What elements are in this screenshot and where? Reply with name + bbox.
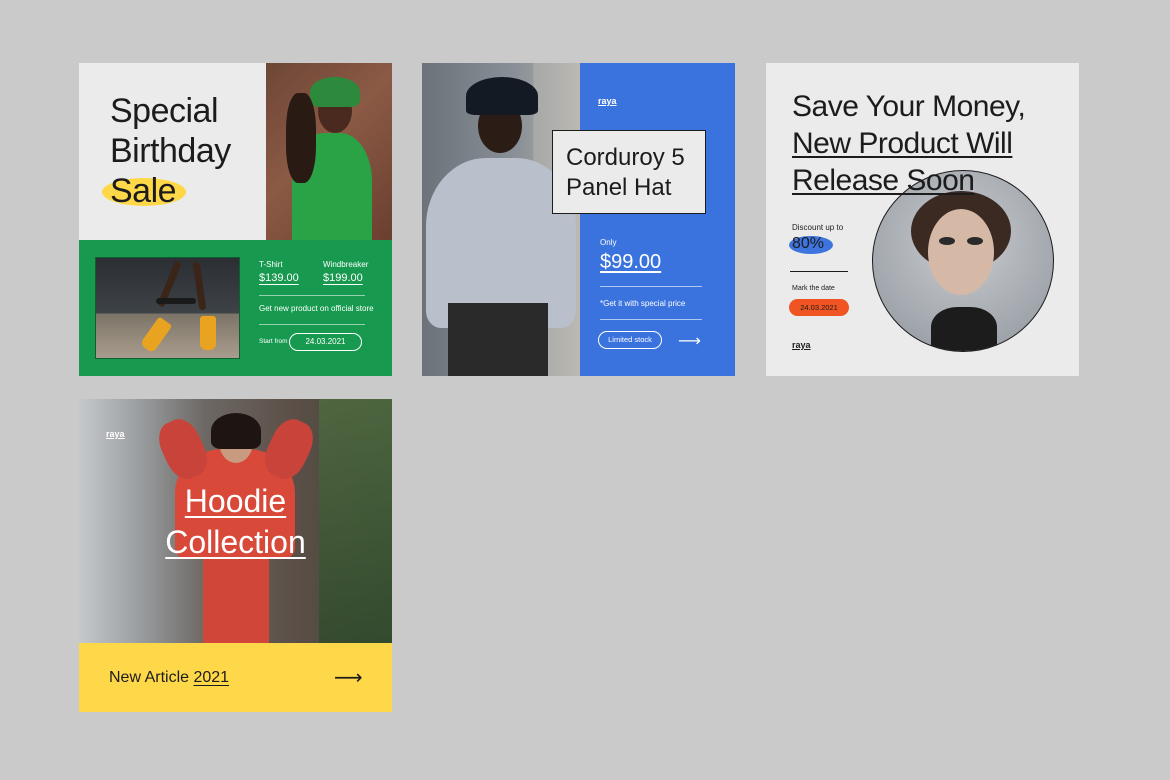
divider [259, 324, 365, 325]
only-label: Only [600, 238, 617, 247]
windbreaker-label: Windbreaker [323, 260, 369, 269]
boots-photo [95, 257, 240, 359]
store-cta: Get new product on official store [259, 304, 374, 313]
divider [600, 319, 702, 320]
save-money-card: Save Your Money, New Product Will Releas… [766, 63, 1079, 376]
corduroy-hat-card: raya Corduroy 5 Panel Hat Only $99.00 *G… [422, 63, 735, 376]
model-green-photo [266, 63, 392, 253]
windbreaker-price: $199.00 [323, 272, 363, 284]
birthday-title: Special Birthday Sale [101, 92, 231, 210]
arrow-right-icon[interactable]: ⟶ [334, 665, 363, 690]
special-price-note: *Get it with special price [600, 299, 686, 308]
raya-logo[interactable]: raya [598, 96, 617, 106]
birthday-sale-card: Special Birthday Sale T-Shirt $139.00 Wi… [79, 63, 392, 376]
new-article-text: New Article 2021 [109, 669, 230, 686]
discount-label: Discount up to [792, 223, 844, 232]
mark-date-label: Mark the date [792, 285, 835, 292]
save-title: Save Your Money, New Product Will Releas… [792, 90, 1026, 197]
release-date-pill[interactable]: 24.03.2021 [789, 299, 849, 316]
limited-stock-button[interactable]: Limited stock [598, 331, 662, 349]
divider [600, 286, 702, 287]
hat-price: $99.00 [600, 251, 662, 273]
hoodie-title: Hoodie Collection [165, 483, 306, 560]
tshirt-label: T-Shirt [259, 260, 283, 269]
raya-logo[interactable]: raya [106, 429, 125, 439]
green-offer-panel: T-Shirt $139.00 Windbreaker $199.00 Get … [79, 240, 392, 376]
raya-logo[interactable]: raya [792, 340, 811, 350]
model-hat-photo [422, 63, 580, 376]
hoodie-collection-card: raya Hoodie Collection New Article 2021 … [79, 399, 392, 712]
divider [259, 295, 365, 296]
sale-highlight: Sale [101, 172, 187, 210]
arrow-right-icon[interactable]: ⟶ [678, 331, 701, 351]
discount-value: 80% [788, 235, 834, 254]
tshirt-price: $139.00 [259, 272, 299, 284]
divider [790, 271, 848, 272]
article-bar[interactable]: New Article 2021 ⟶ [79, 643, 392, 712]
start-date-pill[interactable]: 24.03.2021 [289, 333, 362, 351]
start-label: Start from [259, 338, 288, 345]
product-name-box: Corduroy 5 Panel Hat [552, 130, 706, 214]
